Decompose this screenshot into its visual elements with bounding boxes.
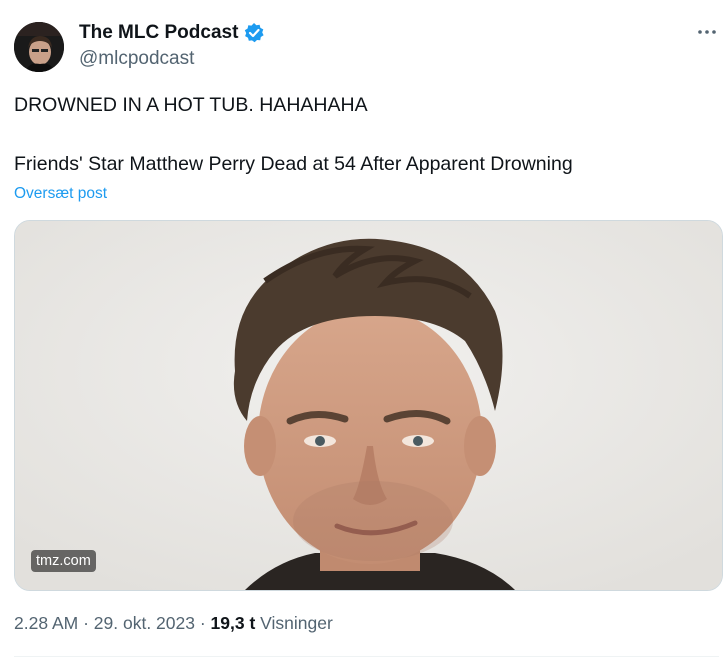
views-label: Visninger: [255, 613, 333, 633]
tweet-time[interactable]: 2.28 AM: [14, 613, 78, 633]
meta-separator: ·: [78, 613, 94, 633]
card-source-badge: tmz.com: [31, 550, 96, 572]
meta-separator: ·: [194, 613, 211, 633]
tweet-text-line-1: DROWNED IN A HOT TUB. HAHAHAHA: [14, 94, 368, 116]
views-count: 19,3 t: [210, 613, 256, 633]
author-display-name[interactable]: The MLC Podcast: [79, 22, 238, 44]
verified-badge-icon: [243, 22, 265, 44]
card-image: [15, 221, 722, 590]
author-handle[interactable]: @mlcpodcast: [79, 48, 194, 70]
author-name-row: The MLC Podcast: [79, 22, 265, 44]
link-card[interactable]: tmz.com: [14, 220, 723, 591]
tweet-text-line-2: Friends' Star Matthew Perry Dead at 54 A…: [14, 153, 573, 175]
tweet-meta: 2.28 AM · 29. okt. 2023 · 19,3 t Visning…: [14, 613, 333, 634]
tweet-date[interactable]: 29. okt. 2023: [94, 613, 195, 633]
translate-post-link[interactable]: Oversæt post: [14, 185, 107, 203]
avatar[interactable]: [14, 22, 64, 72]
more-options-icon[interactable]: [695, 20, 719, 44]
divider: [14, 656, 719, 657]
